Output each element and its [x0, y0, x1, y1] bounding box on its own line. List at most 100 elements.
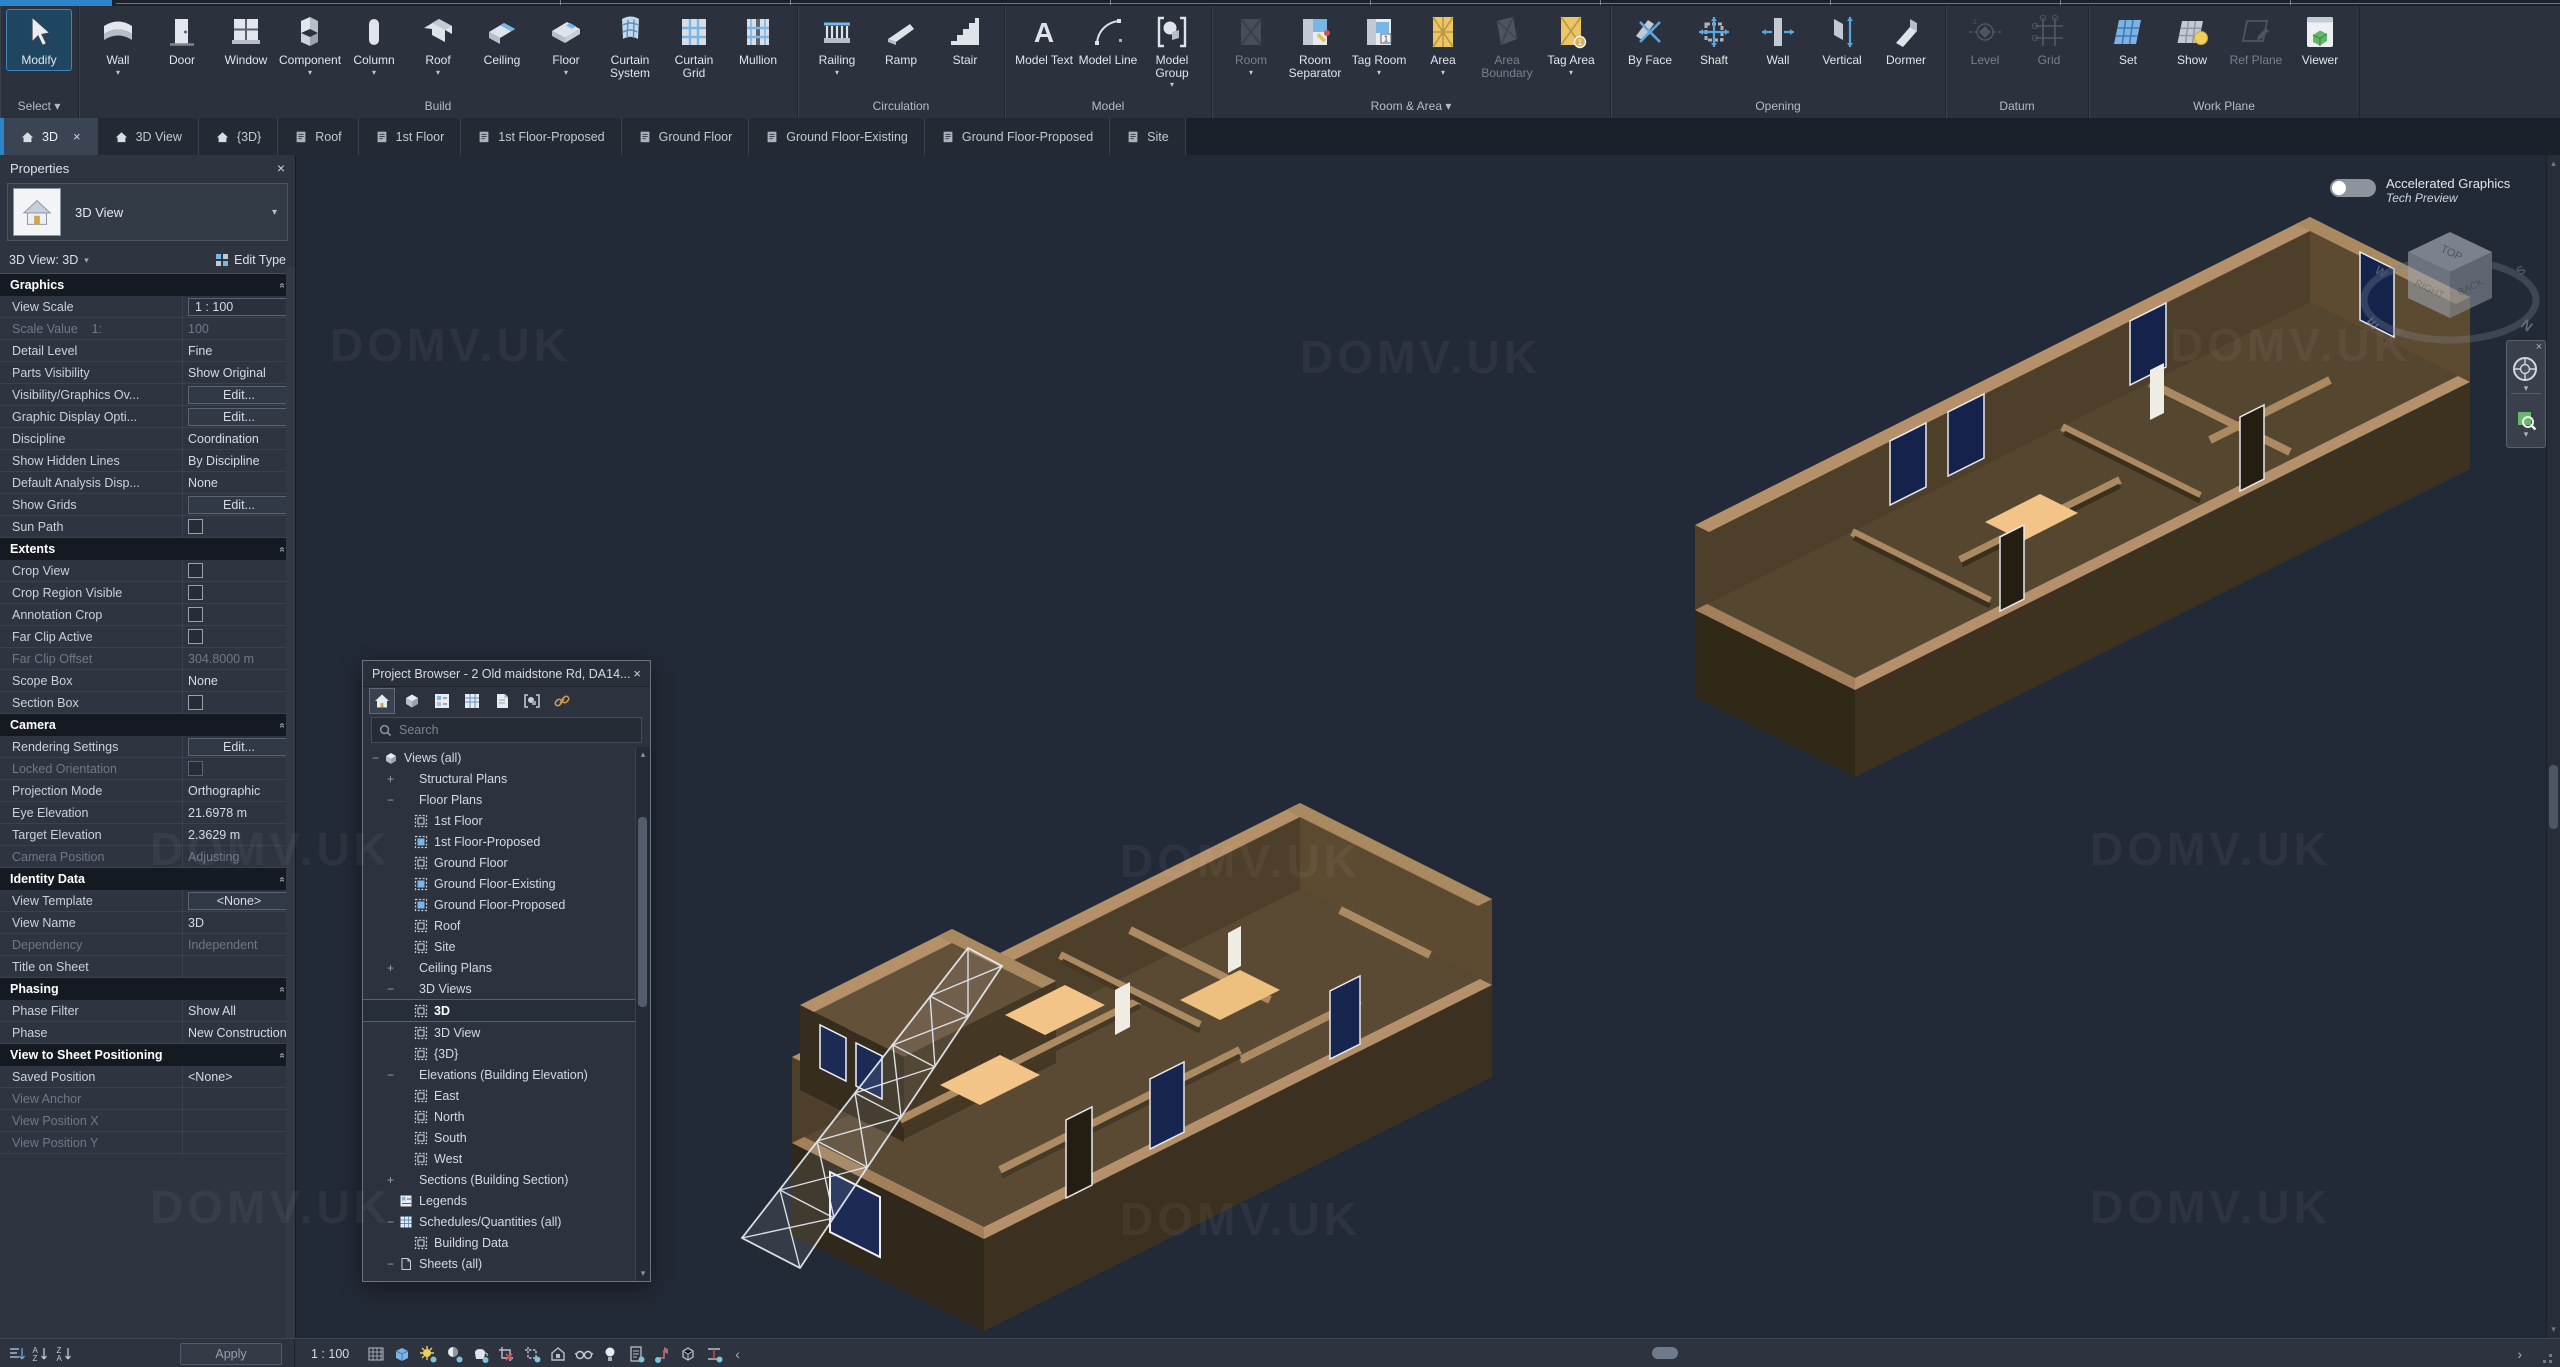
type-selector[interactable]: 3D View ▾	[7, 183, 288, 241]
value-checkbox[interactable]	[188, 585, 203, 600]
column-button[interactable]: Column▾	[342, 10, 406, 79]
temporary-view-properties-icon[interactable]	[626, 1344, 646, 1364]
value-checkbox[interactable]	[188, 695, 203, 710]
tree-item-legends[interactable]: Legends	[363, 1190, 636, 1211]
value-button[interactable]: Edit...	[188, 386, 290, 404]
analytical-model-icon[interactable]	[678, 1344, 698, 1364]
viewer-button[interactable]: Viewer	[2288, 10, 2352, 70]
window-resize-grip[interactable]	[2538, 1349, 2552, 1363]
section-header-identity-data[interactable]: Identity Data»	[0, 868, 295, 890]
crop-region-icon[interactable]	[522, 1344, 542, 1364]
view-tab-1st-floor[interactable]: 1st Floor	[359, 118, 462, 155]
tree-item-floor-plans[interactable]: −Floor Plans	[363, 789, 636, 810]
wall-button[interactable]: Wall▾	[86, 10, 150, 79]
tree-expander-icon[interactable]: +	[384, 772, 397, 786]
tab-close-icon[interactable]: ×	[73, 129, 81, 144]
tree-item-schedules-quantities-all[interactable]: −Schedules/Quantities (all)	[363, 1211, 636, 1232]
sort-az-icon[interactable]: AZ	[30, 1344, 50, 1364]
set-button[interactable]: Set	[2096, 10, 2160, 70]
tree-expander-icon[interactable]: +	[384, 1173, 397, 1187]
type-selector-dropdown-icon[interactable]: ▾	[262, 207, 287, 218]
view-tab-site[interactable]: Site	[1110, 118, 1186, 155]
ribbon-group-label[interactable]: Room & Area ▾	[1212, 96, 1610, 118]
tag-room-button[interactable]: 1Tag Room▾	[1347, 10, 1411, 79]
view-tab-roof[interactable]: Roof	[278, 118, 358, 155]
view-tab--3d-[interactable]: {3D}	[199, 118, 278, 155]
navbar-close-icon[interactable]: ×	[2536, 341, 2542, 353]
property-value[interactable]: Orthographic	[182, 780, 295, 801]
apply-button[interactable]: Apply	[180, 1343, 282, 1365]
tree-item-site[interactable]: Site	[363, 936, 636, 957]
canvas-vertical-scrollbar[interactable]: ▴ ▾	[2546, 155, 2560, 1338]
view-tab-ground-floor-existing[interactable]: Ground Floor-Existing	[749, 118, 925, 155]
section-header-extents[interactable]: Extents»	[0, 538, 295, 560]
value-checkbox[interactable]	[188, 519, 203, 534]
property-value[interactable]: Show All	[182, 1000, 295, 1021]
shadows-icon[interactable]	[444, 1344, 464, 1364]
properties-close-icon[interactable]: ×	[277, 160, 285, 176]
view-tab-ground-floor-proposed[interactable]: Ground Floor-Proposed	[925, 118, 1110, 155]
area-button[interactable]: Area▾	[1411, 10, 1475, 79]
section-header-graphics[interactable]: Graphics»	[0, 274, 295, 296]
tree-item-north[interactable]: North	[363, 1106, 636, 1127]
dormer-button[interactable]: Dormer	[1874, 10, 1938, 70]
railing-button[interactable]: Railing▾	[805, 10, 869, 79]
view-tab-1st-floor-proposed[interactable]: 1st Floor-Proposed	[461, 118, 621, 155]
floor-button[interactable]: Floor▾	[534, 10, 598, 79]
crop-view-icon[interactable]	[496, 1344, 516, 1364]
tree-expander-icon[interactable]: −	[384, 793, 397, 807]
scroll-right-icon[interactable]: ›	[2517, 1346, 2522, 1362]
scroll-up-icon[interactable]: ▴	[2547, 158, 2560, 169]
tree-item-3d-view[interactable]: 3D View	[363, 1022, 636, 1043]
browser-search-field[interactable]: Search	[371, 717, 642, 743]
tree-expander-icon[interactable]: −	[384, 1257, 397, 1271]
shaft-button[interactable]: Shaft	[1682, 10, 1746, 70]
by-face-button[interactable]: By Face	[1618, 10, 1682, 70]
browser-tool-schedules-icon[interactable]	[459, 688, 485, 714]
roof-button[interactable]: Roof▾	[406, 10, 470, 79]
navbar-more-icon[interactable]: ▾	[2507, 429, 2545, 440]
value-checkbox[interactable]	[188, 629, 203, 644]
curtain-grid-button[interactable]: Curtain Grid	[662, 10, 726, 82]
tree-item-ground-floor-proposed[interactable]: Ground Floor-Proposed	[363, 894, 636, 915]
tree-expander-icon[interactable]: −	[384, 1068, 397, 1082]
property-value[interactable]: 21.6978 m	[182, 802, 295, 823]
sort-list-icon[interactable]	[6, 1344, 26, 1364]
rendering-dialog-icon[interactable]	[470, 1344, 490, 1364]
vertical-scroll-thumb[interactable]	[2549, 765, 2558, 829]
browser-tool-home-icon[interactable]	[369, 688, 395, 714]
tree-item-structural-plans[interactable]: +Structural Plans	[363, 768, 636, 789]
tree-item-views-all[interactable]: −Views (all)	[363, 747, 636, 768]
value-input[interactable]: 1 : 100	[188, 298, 290, 316]
tree-item-sections-building-section[interactable]: +Sections (Building Section)	[363, 1169, 636, 1190]
displacement-sets-icon[interactable]	[652, 1344, 672, 1364]
component-button[interactable]: Component▾	[278, 10, 342, 79]
value-button[interactable]: <None>	[188, 892, 290, 910]
horizontal-scroll-thumb[interactable]	[1652, 1347, 1678, 1359]
browser-tool-sheets-icon[interactable]	[489, 688, 515, 714]
ramp-button[interactable]: Ramp	[869, 10, 933, 70]
vertical-button[interactable]: Vertical	[1810, 10, 1874, 70]
mullion-button[interactable]: Mullion	[726, 10, 790, 70]
tree-scroll-up-icon[interactable]: ▴	[636, 749, 650, 760]
value-button[interactable]: Edit...	[188, 408, 290, 426]
view-tab-3d[interactable]: 3D×	[4, 118, 98, 155]
lock-3d-view-icon[interactable]	[548, 1344, 568, 1364]
value-button[interactable]: Edit...	[188, 738, 290, 756]
value-checkbox[interactable]	[188, 607, 203, 622]
sort-za-icon[interactable]: ZA	[54, 1344, 74, 1364]
window-button[interactable]: Window	[214, 10, 278, 70]
tree-scroll-thumb[interactable]	[638, 817, 647, 1007]
tree-item-3d[interactable]: 3D	[363, 999, 636, 1022]
tree-item-ground-floor[interactable]: Ground Floor	[363, 852, 636, 873]
view-controls-collapse-icon[interactable]: ‹	[735, 1346, 740, 1362]
section-header-phasing[interactable]: Phasing»	[0, 978, 295, 1000]
model-text-button[interactable]: AModel Text	[1012, 10, 1076, 70]
browser-tool-views-icon[interactable]	[399, 688, 425, 714]
tree-item-sheets-all[interactable]: −Sheets (all)	[363, 1253, 636, 1274]
model-group-button[interactable]: Model Group▾	[1140, 10, 1204, 91]
tree-item-east[interactable]: East	[363, 1085, 636, 1106]
ribbon-group-label[interactable]: Select ▾	[0, 96, 78, 118]
value-checkbox[interactable]	[188, 563, 203, 578]
tree-item-1st-floor-proposed[interactable]: 1st Floor-Proposed	[363, 831, 636, 852]
